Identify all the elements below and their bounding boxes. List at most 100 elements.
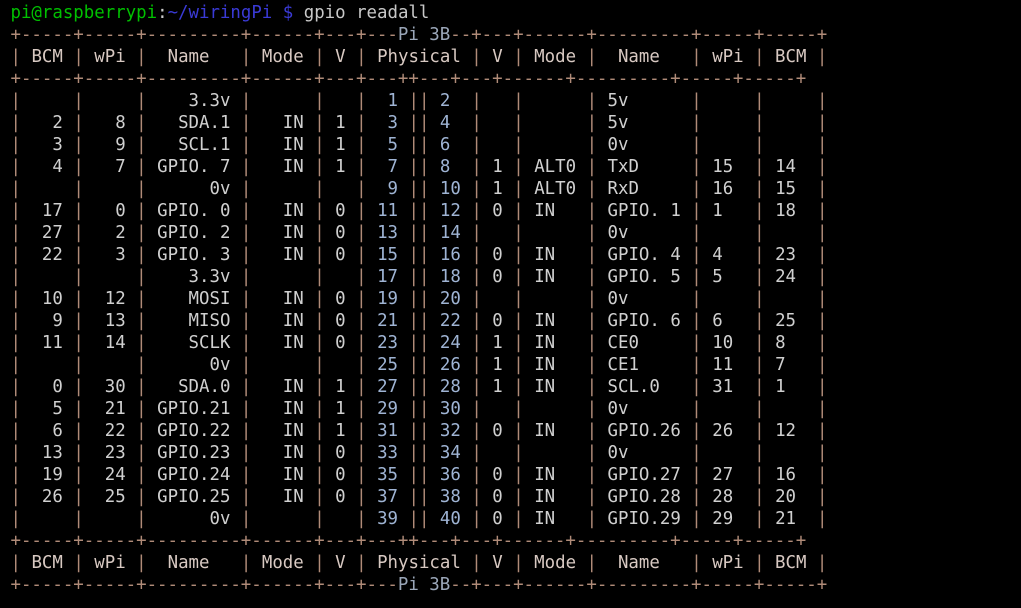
header-name-right: Name [597,47,692,67]
table-row: | 6 | 22 | GPIO.22 | IN | 1 | 31 || 32 |… [0,420,1021,442]
cell-name-left: GPIO.24 [146,465,241,485]
table-pipe: | [816,355,828,375]
header-wpi-right: wPi [701,47,755,67]
cell-mode-left: IN [251,377,315,397]
cell-physical-right: 16 [429,245,472,265]
header-v-left: V [324,47,357,67]
header-wpi-left: wPi [83,553,137,573]
cell-physical-right: 10 [429,179,472,199]
table-pipe: | [314,47,325,67]
cell-physical-right: 30 [429,399,472,419]
cell-name-right: GPIO. 6 [597,311,692,331]
cell-name-right: 0v [597,223,692,243]
cell-wpi-left: 12 [83,289,137,309]
table-pipe: | [471,157,482,177]
cell-bcm-right: 12 [764,421,817,441]
cell-name-left: SDA.1 [146,113,241,133]
table-pipe: | [816,465,828,485]
table-pipe: | [356,399,367,419]
cell-physical-left: 1 [366,91,409,111]
cell-bcm-left: 11 [20,333,74,353]
board-title: Pi 3B [397,25,451,45]
cell-name-left: MOSI [146,289,241,309]
table-pipe: | [513,333,524,353]
table-pipe: | [816,201,828,221]
cell-bcm-left [21,91,73,111]
table-pipe: | [471,267,482,287]
table-pipe: | [816,91,828,111]
table-pipe: | [73,553,84,573]
cell-v-right [482,289,513,309]
cell-wpi-right [702,223,754,243]
cell-name-left: GPIO. 2 [146,223,241,243]
table-pipe: | [408,399,419,419]
cell-wpi-left: 0 [83,201,137,221]
cell-v-left: 0 [324,465,357,485]
table-pipe: | [471,487,482,507]
cell-wpi-left: 22 [83,421,137,441]
table-pipe: | [513,91,524,111]
table-pipe: | [471,421,482,441]
board-title: Pi 3B [397,575,451,595]
cell-bcm-right [765,223,817,243]
cell-physical-right: 14 [429,223,472,243]
cell-wpi-right: 27 [701,465,755,485]
table-pipe: | [754,113,765,133]
cell-wpi-left [84,267,136,287]
table-pipe: | [408,135,419,155]
table-pipe: | [356,487,367,507]
cell-v-left: 0 [324,333,357,353]
table-pipe: | [471,355,482,375]
table-pipe: | [408,157,419,177]
table-pipe: | [408,91,419,111]
cell-bcm-right: 1 [764,377,817,397]
table-pipe: | [418,355,430,375]
table-pipe: | [10,135,21,155]
table-pipe: | [240,47,252,67]
table-pipe: | [314,399,325,419]
table-pipe: | [314,267,325,287]
cell-v-left: 1 [324,135,357,155]
cell-v-right: 0 [481,267,514,287]
table-header-row-top: | BCM | wPi | Name | Mode | V | Physical… [0,46,1021,68]
cell-name-left: SCLK [146,333,241,353]
table-pipe: | [754,157,765,177]
cell-name-left: 0v [146,509,241,529]
cell-mode-right: IN [523,201,587,221]
cell-wpi-right [702,399,754,419]
table-pipe: | [136,509,147,529]
table-pipe: | [356,267,367,287]
cell-mode-left [251,509,314,529]
table-pipe: | [754,201,765,221]
cell-name-left: 0v [146,355,241,375]
table-pipe: | [356,223,367,243]
cell-v-right: 1 [481,179,514,199]
table-pipe: | [418,289,430,309]
prompt-path: ~/wiringPi [167,3,273,23]
table-pipe: | [73,223,84,243]
table-pipe: | [471,179,482,199]
header-mode-left: Mode [251,553,315,573]
cell-wpi-left: 30 [83,377,137,397]
terminal-window[interactable]: pi@raspberrypi:~/wiringPi $ gpio readall… [0,0,1021,608]
table-row: | | | 3.3v | | | 17 || 18 | 0 | IN | GPI… [0,266,1021,288]
cell-bcm-right: 23 [764,245,817,265]
table-pipe: | [691,399,702,419]
table-pipe: | [314,355,325,375]
table-pipe: | [513,157,524,177]
table-pipe: | [513,267,524,287]
table-pipe: | [418,201,430,221]
cell-name-right: GPIO.29 [597,509,692,529]
table-pipe: | [691,289,702,309]
table-pipe: | [240,465,252,485]
cell-bcm-left: 10 [20,289,74,309]
table-pipe: | [691,553,702,573]
cell-name-right: CE1 [597,355,692,375]
table-pipe: | [136,113,147,133]
table-pipe: | [513,421,524,441]
table-pipe: | [754,223,765,243]
cell-wpi-left [84,355,136,375]
table-pipe: | [10,113,21,133]
table-pipe: | [471,377,482,397]
table-pipe: | [754,289,765,309]
